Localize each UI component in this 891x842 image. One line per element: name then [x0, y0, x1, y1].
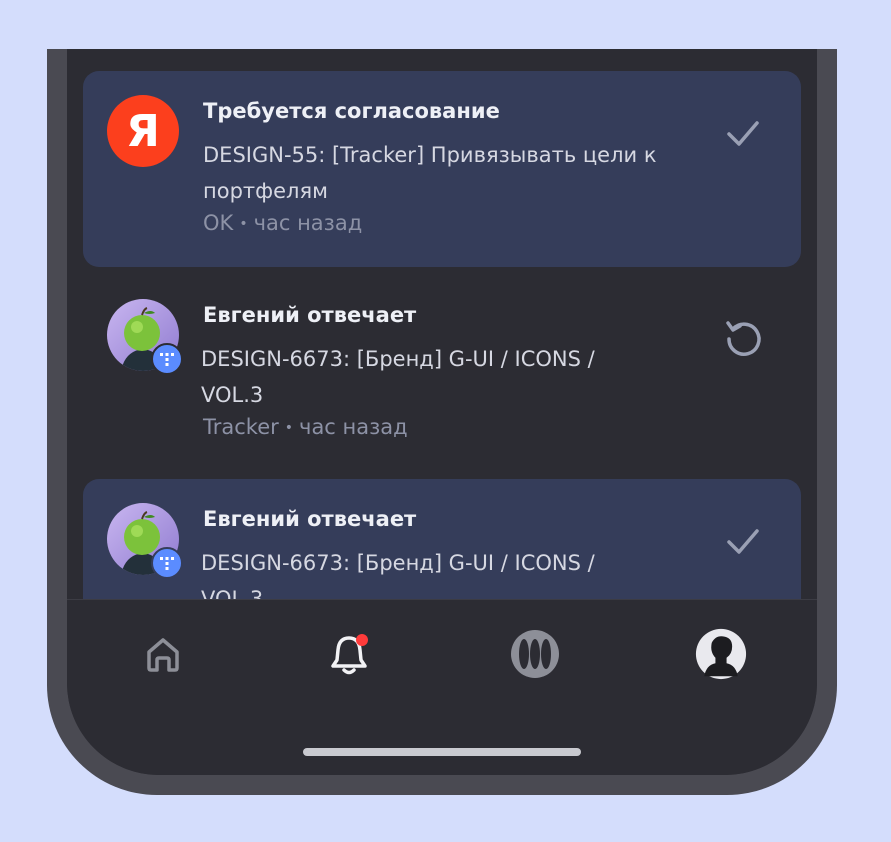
mark-done-button[interactable]: [721, 519, 765, 563]
tracker-badge-icon: [151, 547, 183, 579]
undo-button[interactable]: [721, 315, 765, 359]
meta-separator: •: [284, 420, 294, 436]
avatar: Я: [107, 95, 179, 167]
profile-avatar: [695, 628, 747, 680]
phone-screen: Я Требуется согласование DESIGN-55: [Tra…: [67, 49, 817, 775]
check-icon: [727, 121, 759, 146]
tab-profile[interactable]: [695, 628, 747, 680]
notification-body: DESIGN-6673: [Бренд] G-UI / ICONS / VOL.…: [201, 551, 595, 599]
notification-body: DESIGN-55: [Tracker] Привязывать цели к …: [203, 143, 657, 203]
notification-time: час назад: [253, 211, 363, 235]
notification-card[interactable]: Евгений отвечает DESIGN-6673: [Бренд] G-…: [83, 275, 801, 471]
notification-title: Требуется согласование: [203, 99, 500, 123]
avatar: [107, 299, 183, 375]
tab-notifications[interactable]: [323, 628, 375, 680]
home-icon: [147, 638, 179, 672]
notification-time: час назад: [299, 415, 408, 439]
notification-card[interactable]: Евгений отвечает DESIGN-6673: [Бренд] G-…: [83, 479, 801, 599]
notification-title: Евгений отвечает: [203, 507, 417, 531]
check-icon: [727, 529, 759, 554]
tracker-badge-icon: [151, 343, 183, 375]
home-indicator[interactable]: [303, 748, 581, 756]
unread-dot: [356, 634, 368, 646]
notification-source: OK: [203, 211, 234, 235]
bell-icon: [331, 634, 368, 675]
notification-card[interactable]: Я Требуется согласование DESIGN-55: [Tra…: [83, 71, 801, 267]
avatar: [107, 503, 183, 579]
services-icon: [511, 630, 559, 678]
tab-bar: [67, 599, 817, 775]
notification-title: Евгений отвечает: [203, 303, 417, 327]
notification-body: DESIGN-6673: [Бренд] G-UI / ICONS / VOL.…: [201, 347, 595, 407]
tab-home[interactable]: [137, 628, 189, 680]
meta-separator: •: [239, 216, 248, 232]
notification-meta: Tracker • час назад: [203, 415, 408, 439]
tab-services[interactable]: [509, 628, 561, 680]
notification-list: Я Требуется согласование DESIGN-55: [Tra…: [67, 49, 817, 599]
mark-done-button[interactable]: [721, 111, 765, 155]
notification-meta: OK • час назад: [203, 211, 362, 235]
yandex-logo-icon: Я: [107, 95, 179, 167]
notification-source: Tracker: [203, 415, 279, 439]
undo-icon: [726, 321, 761, 356]
